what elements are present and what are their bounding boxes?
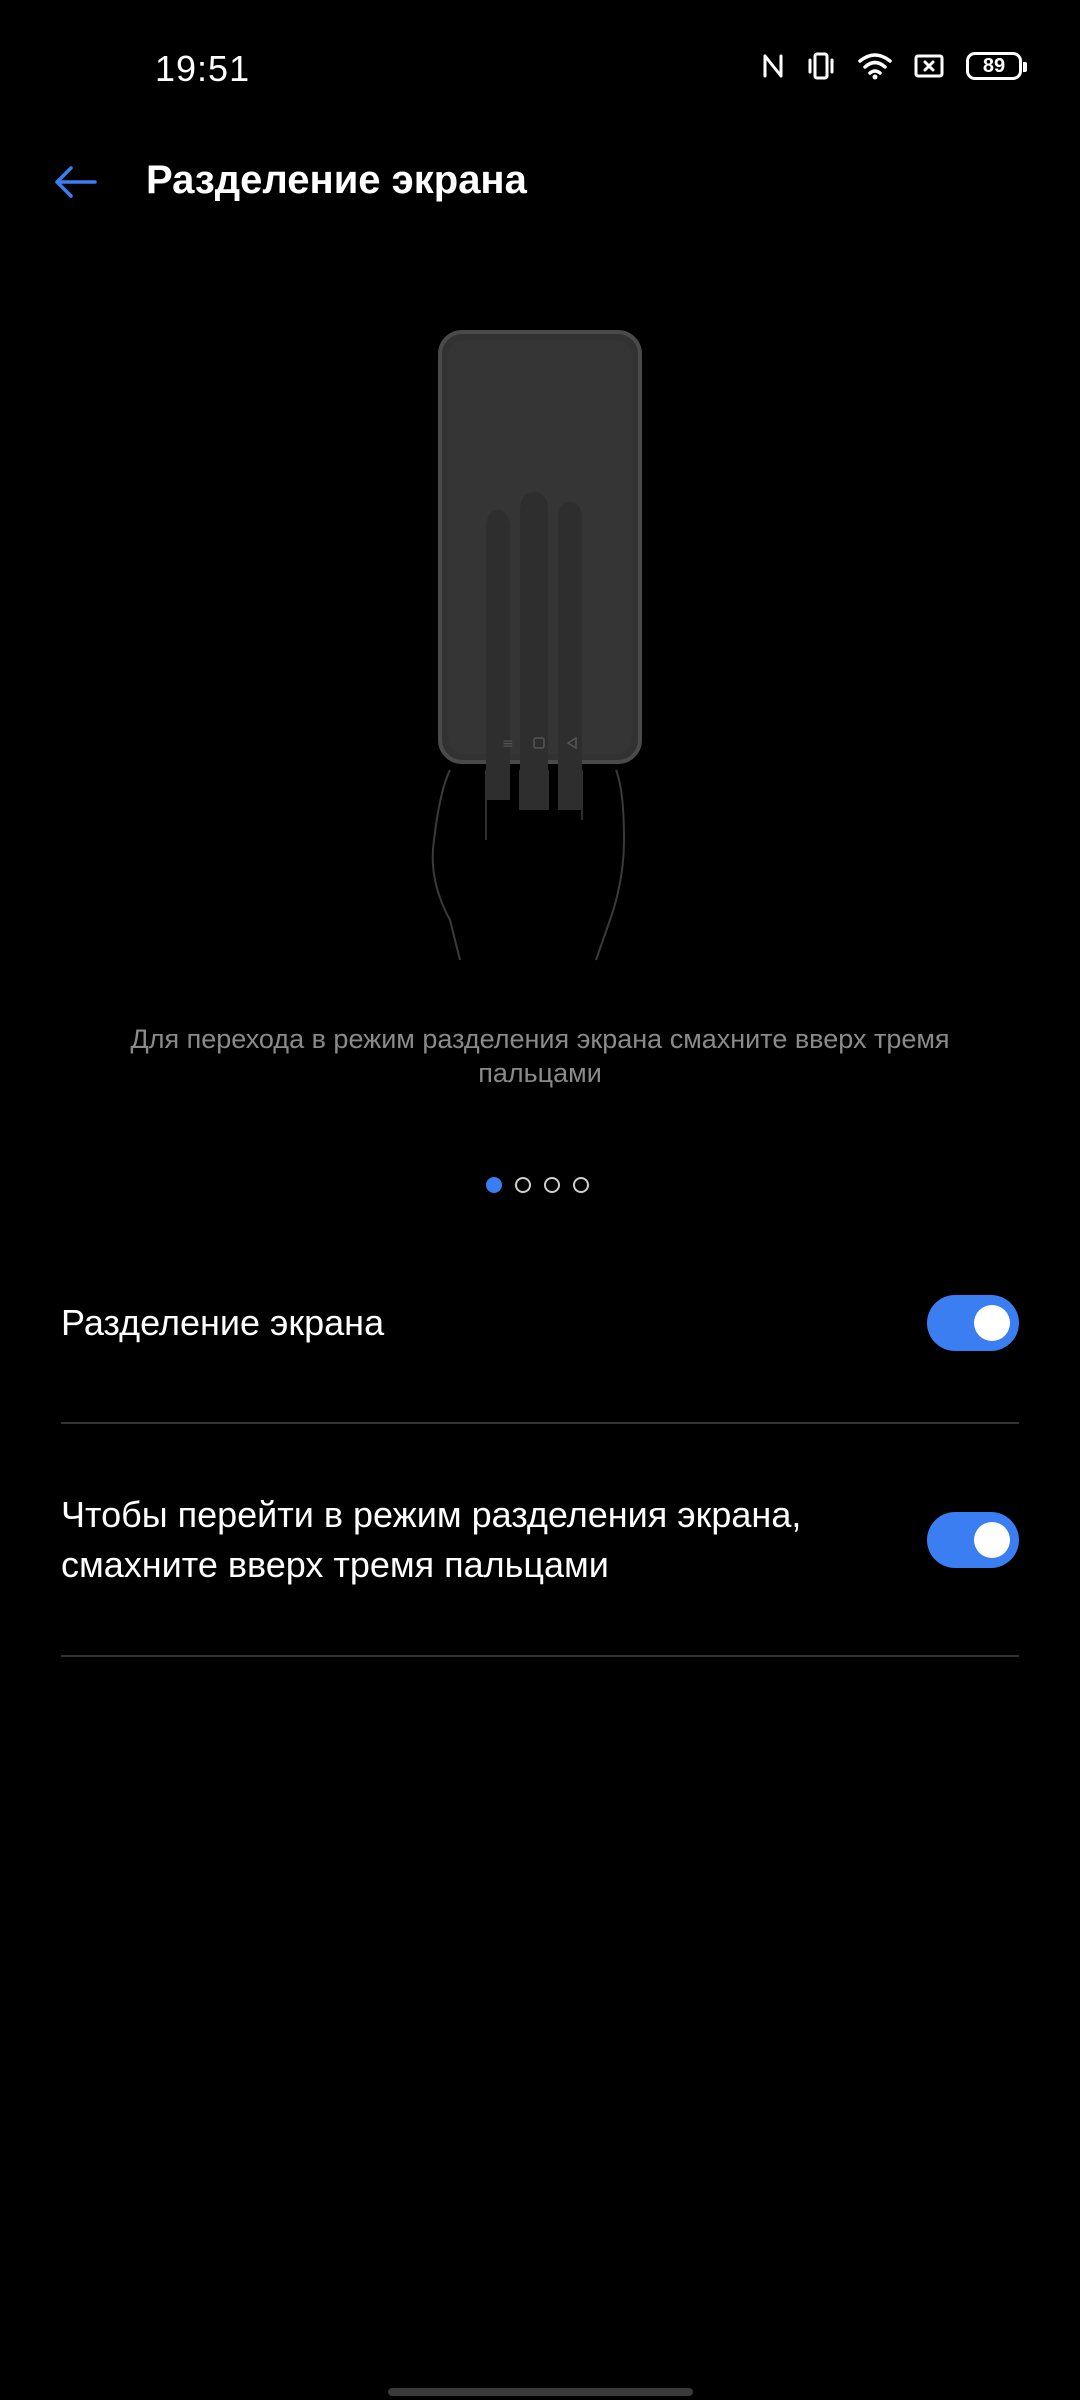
setting-split-screen[interactable]: Разделение экрана	[61, 1270, 1019, 1376]
battery-icon: 89	[966, 52, 1027, 80]
setting-label: Чтобы перейти в режим разделения экрана,…	[61, 1494, 802, 1585]
gesture-description: Для перехода в режим разделения экрана с…	[130, 1024, 950, 1088]
split-screen-toggle[interactable]	[927, 1295, 1019, 1351]
divider	[61, 1422, 1019, 1424]
pager-dot[interactable]	[544, 1177, 560, 1193]
divider	[61, 1655, 1019, 1657]
setting-label: Разделение экрана	[61, 1302, 385, 1343]
gesture-nav-handle[interactable]	[388, 2388, 693, 2396]
pager-dot[interactable]	[515, 1177, 531, 1193]
pager-indicator	[486, 1177, 589, 1193]
back-button[interactable]	[52, 158, 100, 206]
header: Разделение экрана	[0, 140, 1080, 220]
nfc-icon	[762, 53, 784, 79]
wifi-icon	[858, 52, 892, 80]
setting-three-finger-swipe[interactable]: Чтобы перейти в режим разделения экрана,…	[61, 1480, 1019, 1600]
pager-dot[interactable]	[486, 1177, 502, 1193]
vibrate-icon	[806, 52, 836, 80]
status-bar: 19:51 89	[0, 0, 1080, 140]
arrow-left-icon	[55, 166, 97, 198]
toggle-knob	[974, 1305, 1010, 1341]
three-finger-swipe-illustration: ≡	[420, 320, 660, 980]
status-icons: 89	[762, 52, 1027, 80]
pager-dot[interactable]	[573, 1177, 589, 1193]
svg-text:≡: ≡	[502, 736, 514, 752]
three-finger-swipe-hand-icon: ≡	[431, 330, 642, 961]
toggle-knob	[974, 1522, 1010, 1558]
status-time: 19:51	[155, 48, 251, 89]
three-finger-swipe-toggle[interactable]	[927, 1512, 1019, 1568]
page-title: Разделение экрана	[146, 158, 527, 202]
screenshot-icon	[914, 53, 944, 79]
battery-level: 89	[982, 54, 1006, 77]
